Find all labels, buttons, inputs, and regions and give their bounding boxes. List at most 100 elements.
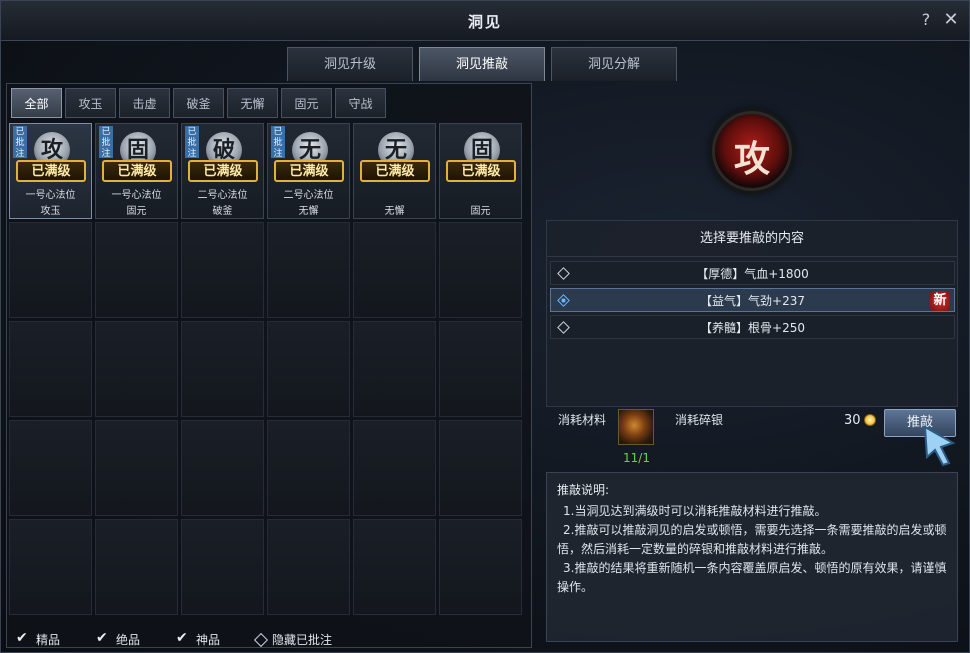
description-title: 推敲说明:	[557, 483, 610, 497]
filter-bar: 精品 绝品 神品 隐藏已批注	[16, 630, 332, 648]
option-label: 【益气】气劲+237	[700, 294, 805, 308]
help-icon[interactable]: ?	[916, 9, 936, 31]
category-name: 无懈	[384, 206, 405, 217]
max-level-badge: 已满级	[102, 160, 172, 182]
empty-slot	[353, 222, 436, 318]
tab-jixu[interactable]: 击虚	[119, 88, 170, 118]
annotated-tag: 已批注	[271, 126, 285, 159]
refine-material-icon[interactable]	[618, 409, 654, 445]
option-label: 【厚德】气血+1800	[696, 267, 809, 281]
radio-diamond-icon	[557, 294, 570, 307]
tab-all[interactable]: 全部	[11, 88, 62, 118]
empty-slot	[439, 519, 522, 615]
tab-upgrade[interactable]: 洞见升级	[287, 47, 413, 81]
silver-amount: 30	[844, 413, 861, 428]
tab-guyuan[interactable]: 固元	[281, 88, 332, 118]
choice-header: 选择要推敲的内容	[547, 221, 957, 257]
cost-row: 消耗材料 11/1 消耗碎银 30 推敲	[538, 409, 966, 469]
inventory-panel: 全部 攻玉 击虚 破釜 无懈 固元 守战 攻 已批注 已满级 一号心法位 攻玉 …	[6, 83, 532, 648]
silver-label: 消耗碎银	[675, 413, 724, 427]
window-title: 洞见	[467, 13, 502, 31]
checkmark-icon	[176, 630, 190, 647]
radio-diamond-icon	[557, 321, 570, 334]
empty-slot	[267, 519, 350, 615]
max-level-badge: 已满级	[446, 160, 516, 182]
category-name: 无懈	[298, 206, 319, 217]
emblem-glyph: 攻	[733, 138, 770, 180]
tab-wuxie[interactable]: 无懈	[227, 88, 278, 118]
empty-slot	[353, 420, 436, 516]
item-slot[interactable]: 攻 已批注 已满级 一号心法位 攻玉	[9, 123, 92, 219]
empty-slot	[95, 321, 178, 417]
empty-slot	[181, 321, 264, 417]
tab-decompose[interactable]: 洞见分解	[551, 47, 677, 81]
item-slot[interactable]: 固 已批注 已满级 一号心法位 固元	[95, 123, 178, 219]
material-count: 11/1	[623, 451, 650, 465]
filter-hide-annotated[interactable]: 隐藏已批注	[253, 631, 332, 648]
item-slot[interactable]: 无 已满级 无懈	[353, 123, 436, 219]
item-grid: 攻 已批注 已满级 一号心法位 攻玉 固 已批注 已满级 一号心法位 固元 破 …	[9, 123, 523, 615]
checkmark-icon	[16, 630, 30, 647]
empty-slot	[181, 222, 264, 318]
empty-slot	[353, 519, 436, 615]
mouse-cursor-icon	[923, 425, 956, 467]
item-slot[interactable]: 破 已批注 已满级 二号心法位 破釜	[181, 123, 264, 219]
option-houde[interactable]: 【厚德】气血+1800	[550, 261, 955, 285]
tab-refine[interactable]: 洞见推敲	[419, 47, 545, 81]
item-slot[interactable]: 固 已满级 固元	[439, 123, 522, 219]
radio-diamond-icon	[557, 267, 570, 280]
tab-pofu[interactable]: 破釜	[173, 88, 224, 118]
empty-slot	[9, 321, 92, 417]
slot-name: 二号心法位	[283, 190, 334, 201]
title-bar: 洞见 ? ✕	[1, 1, 969, 41]
category-name: 固元	[470, 206, 491, 217]
empty-slot	[181, 519, 264, 615]
description-box: 推敲说明: 1.当洞见达到满级时可以消耗推敲材料进行推敲。 2.推敲可以推敲洞见…	[546, 472, 958, 642]
slot-name: 一号心法位	[25, 190, 76, 201]
empty-slot	[267, 321, 350, 417]
option-label: 【养髓】根骨+250	[700, 321, 805, 335]
empty-slot	[353, 321, 436, 417]
slot-name: 一号心法位	[111, 190, 162, 201]
checkmark-icon	[96, 630, 110, 647]
filter-label: 精品	[36, 633, 61, 647]
filter-shenpin[interactable]: 神品	[176, 630, 221, 648]
empty-slot	[95, 222, 178, 318]
empty-slot	[9, 222, 92, 318]
empty-slot	[439, 222, 522, 318]
filter-jingpin[interactable]: 精品	[16, 630, 61, 648]
tab-shouzhan[interactable]: 守战	[335, 88, 386, 118]
category-name: 破釜	[212, 206, 233, 217]
empty-slot	[9, 420, 92, 516]
close-icon[interactable]: ✕	[941, 9, 961, 31]
silver-coin-icon	[864, 414, 876, 426]
empty-slot	[439, 321, 522, 417]
filter-juepin[interactable]: 绝品	[96, 630, 141, 648]
empty-slot	[9, 519, 92, 615]
diamond-checkbox-icon	[253, 632, 269, 647]
description-line: 1.当洞见达到满级时可以消耗推敲材料进行推敲。	[563, 504, 827, 518]
annotated-tag: 已批注	[185, 126, 199, 159]
selected-insight-emblem: 攻	[712, 111, 792, 191]
description-line: 2.推敲可以推敲洞见的启发或顿悟，需要先选择一条需要推敲的启发或顿悟，然后消耗一…	[557, 523, 947, 556]
tab-gongyu[interactable]: 攻玉	[65, 88, 116, 118]
category-name: 攻玉	[40, 206, 61, 217]
category-tabs: 全部 攻玉 击虚 破釜 无懈 固元 守战	[11, 88, 386, 118]
option-yiqi[interactable]: 【益气】气劲+237 新	[550, 288, 955, 312]
main-tabs: 洞见升级 洞见推敲 洞见分解	[287, 47, 677, 81]
empty-slot	[267, 222, 350, 318]
item-slot[interactable]: 无 已批注 已满级 二号心法位 无懈	[267, 123, 350, 219]
empty-slot	[95, 519, 178, 615]
filter-label: 绝品	[116, 633, 141, 647]
empty-slot	[267, 420, 350, 516]
new-badge: 新	[930, 291, 950, 311]
material-label: 消耗材料	[558, 413, 607, 427]
category-name: 固元	[126, 206, 147, 217]
option-yangsui[interactable]: 【养髓】根骨+250	[550, 315, 955, 339]
choice-box: 选择要推敲的内容 【厚德】气血+1800 【益气】气劲+237 新 【养髓】根骨…	[546, 220, 958, 407]
filter-label: 神品	[196, 633, 221, 647]
max-level-badge: 已满级	[274, 160, 344, 182]
annotated-tag: 已批注	[13, 126, 27, 159]
annotated-tag: 已批注	[99, 126, 113, 159]
refine-panel: 攻 选择要推敲的内容 【厚德】气血+1800 【益气】气劲+237 新 【养髓】…	[538, 83, 966, 648]
